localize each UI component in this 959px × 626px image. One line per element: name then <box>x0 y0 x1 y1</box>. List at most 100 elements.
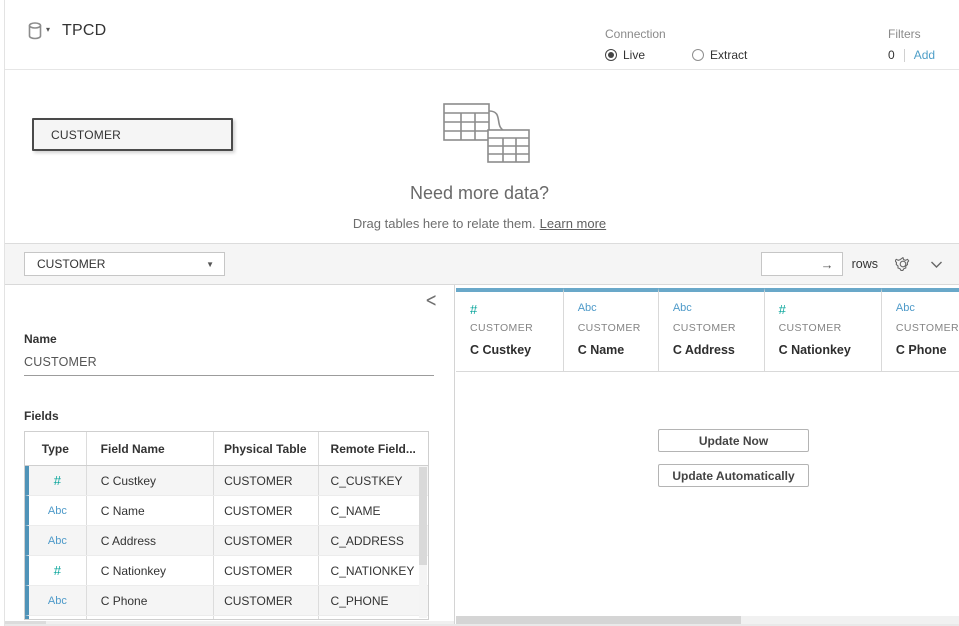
fields-table: Type Field Name Physical Table Remote Fi… <box>24 431 429 620</box>
extract-radio[interactable]: Extract <box>692 48 747 62</box>
hint-text: Drag tables here to relate them. <box>353 216 536 231</box>
field-row-c-address[interactable]: Abc C Address CUSTOMER C_ADDRESS <box>25 526 428 556</box>
datasource-title: TPCD <box>62 22 106 40</box>
field-name-cell: C Address <box>86 526 213 555</box>
remote-field-cell: C_PHONE <box>318 586 428 615</box>
grid-col-field: C Address <box>673 343 764 357</box>
field-row-c-phone[interactable]: Abc C Phone CUSTOMER C_PHONE <box>25 586 428 616</box>
field-name-cell: C Nationkey <box>86 556 213 585</box>
string-type-icon: Abc <box>48 505 67 517</box>
relationship-canvas[interactable]: CUSTOMER Need more data? Drag tables her… <box>0 71 959 244</box>
string-type-icon: Abc <box>48 535 67 547</box>
fields-scrollbar-thumb[interactable] <box>419 467 427 565</box>
filters-group: Filters 0 Add <box>888 27 935 62</box>
grid-col-table: CUSTOMER <box>673 322 764 334</box>
fields-table-header: Type Field Name Physical Table Remote Fi… <box>25 432 428 466</box>
gear-icon[interactable] <box>895 256 911 272</box>
learn-more-link[interactable]: Learn more <box>540 216 606 231</box>
divider <box>904 49 905 62</box>
field-row-c-custkey[interactable]: # C Custkey CUSTOMER C_CUSTKEY <box>25 466 428 496</box>
grid-col-table: CUSTOMER <box>578 322 658 334</box>
tables-illustration-icon <box>431 103 531 172</box>
field-row-partial <box>25 616 428 620</box>
fields-label: Fields <box>24 409 59 423</box>
rows-limit-field[interactable] <box>771 257 821 271</box>
database-icon[interactable]: ▾ <box>28 22 50 40</box>
table-select-value: CUSTOMER <box>37 257 105 271</box>
main-area: < Name CUSTOMER Fields Type Field Name P… <box>0 285 959 626</box>
grid-col-table: CUSTOMER <box>896 322 959 334</box>
string-type-icon: Abc <box>896 302 959 320</box>
grid-col-c-name[interactable]: Abc CUSTOMER C Name <box>563 288 658 371</box>
remote-field-cell: C_ADDRESS <box>318 526 428 555</box>
grid-hscrollbar[interactable] <box>456 616 959 624</box>
grid-toolbar: CUSTOMER ▼ → rows <box>0 244 959 285</box>
table-name-input[interactable]: CUSTOMER <box>24 349 434 376</box>
filters-label: Filters <box>888 27 935 41</box>
filters-count: 0 <box>888 48 895 62</box>
col-header-remote-field[interactable]: Remote Field... <box>318 432 428 465</box>
collapse-panel-icon[interactable]: < <box>425 290 437 312</box>
chevron-down-icon[interactable] <box>930 260 943 269</box>
grid-col-field: C Custkey <box>470 343 563 357</box>
extract-radio-label: Extract <box>710 48 747 62</box>
col-header-field-name[interactable]: Field Name <box>86 432 213 465</box>
add-filter-link[interactable]: Add <box>914 48 935 62</box>
string-type-icon: Abc <box>48 595 67 607</box>
table-select-dropdown[interactable]: CUSTOMER ▼ <box>24 252 225 276</box>
drag-tables-hint: Drag tables here to relate them. Learn mo… <box>0 216 959 231</box>
grid-col-field: C Name <box>578 343 658 357</box>
number-type-icon: # <box>54 473 61 488</box>
grid-col-c-nationkey[interactable]: # CUSTOMER C Nationkey <box>764 288 881 371</box>
field-row-c-name[interactable]: Abc C Name CUSTOMER C_NAME <box>25 496 428 526</box>
fields-scrollbar-track[interactable] <box>419 467 427 618</box>
string-type-icon: Abc <box>578 302 658 320</box>
physical-table-cell: CUSTOMER <box>213 526 317 555</box>
name-label: Name <box>24 332 57 346</box>
grid-col-field: C Nationkey <box>779 343 881 357</box>
update-now-button[interactable]: Update Now <box>658 429 809 452</box>
need-more-data-heading: Need more data? <box>0 183 959 204</box>
grid-col-table: CUSTOMER <box>779 322 881 334</box>
field-name-cell: C Phone <box>86 586 213 615</box>
rows-limit-input[interactable]: → <box>761 252 843 276</box>
remote-field-cell: C_NAME <box>318 496 428 525</box>
header: ▾ TPCD Connection Live Extract Filters 0 <box>0 0 959 70</box>
grid-col-c-phone[interactable]: Abc CUSTOMER C Phone <box>881 288 959 371</box>
col-header-physical-table[interactable]: Physical Table <box>213 432 317 465</box>
chevron-down-icon: ▾ <box>46 25 50 34</box>
data-grid-header: # CUSTOMER C Custkey Abc CUSTOMER C Name… <box>456 288 959 372</box>
radio-unselected-icon <box>692 49 704 61</box>
field-row-c-nationkey[interactable]: # C Nationkey CUSTOMER C_NATIONKEY <box>25 556 428 586</box>
physical-table-cell: CUSTOMER <box>213 586 317 615</box>
grid-col-c-custkey[interactable]: # CUSTOMER C Custkey <box>456 288 563 371</box>
rows-label: rows <box>852 257 878 271</box>
string-type-icon: Abc <box>673 302 764 320</box>
physical-table-cell: CUSTOMER <box>213 556 317 585</box>
physical-table-cell: CUSTOMER <box>213 466 317 495</box>
col-header-type[interactable]: Type <box>25 432 86 465</box>
remote-field-cell: C_CUSTKEY <box>318 466 428 495</box>
grid-col-c-address[interactable]: Abc CUSTOMER C Address <box>658 288 764 371</box>
connection-label: Connection <box>605 27 747 41</box>
number-type-icon: # <box>54 563 61 578</box>
physical-table-cell: CUSTOMER <box>213 496 317 525</box>
grid-hscrollbar-thumb[interactable] <box>456 616 741 624</box>
live-radio-label: Live <box>623 48 645 62</box>
number-type-icon: # <box>470 302 563 320</box>
collapsed-left-pane[interactable] <box>0 0 5 626</box>
customer-table-node[interactable]: CUSTOMER <box>32 118 233 151</box>
grid-col-table: CUSTOMER <box>470 322 563 334</box>
number-type-icon: # <box>779 302 881 320</box>
field-name-cell: C Name <box>86 496 213 525</box>
field-properties-panel: < Name CUSTOMER Fields Type Field Name P… <box>0 285 455 626</box>
field-name-cell: C Custkey <box>86 466 213 495</box>
remote-field-cell: C_NATIONKEY <box>318 556 428 585</box>
live-radio[interactable]: Live <box>605 48 645 62</box>
grid-col-field: C Phone <box>896 343 959 357</box>
chevron-down-icon: ▼ <box>206 260 214 269</box>
connection-group: Connection Live Extract <box>605 27 747 62</box>
data-grid-panel: # CUSTOMER C Custkey Abc CUSTOMER C Name… <box>456 285 959 626</box>
radio-selected-icon <box>605 49 617 61</box>
update-automatically-button[interactable]: Update Automatically <box>658 464 809 487</box>
